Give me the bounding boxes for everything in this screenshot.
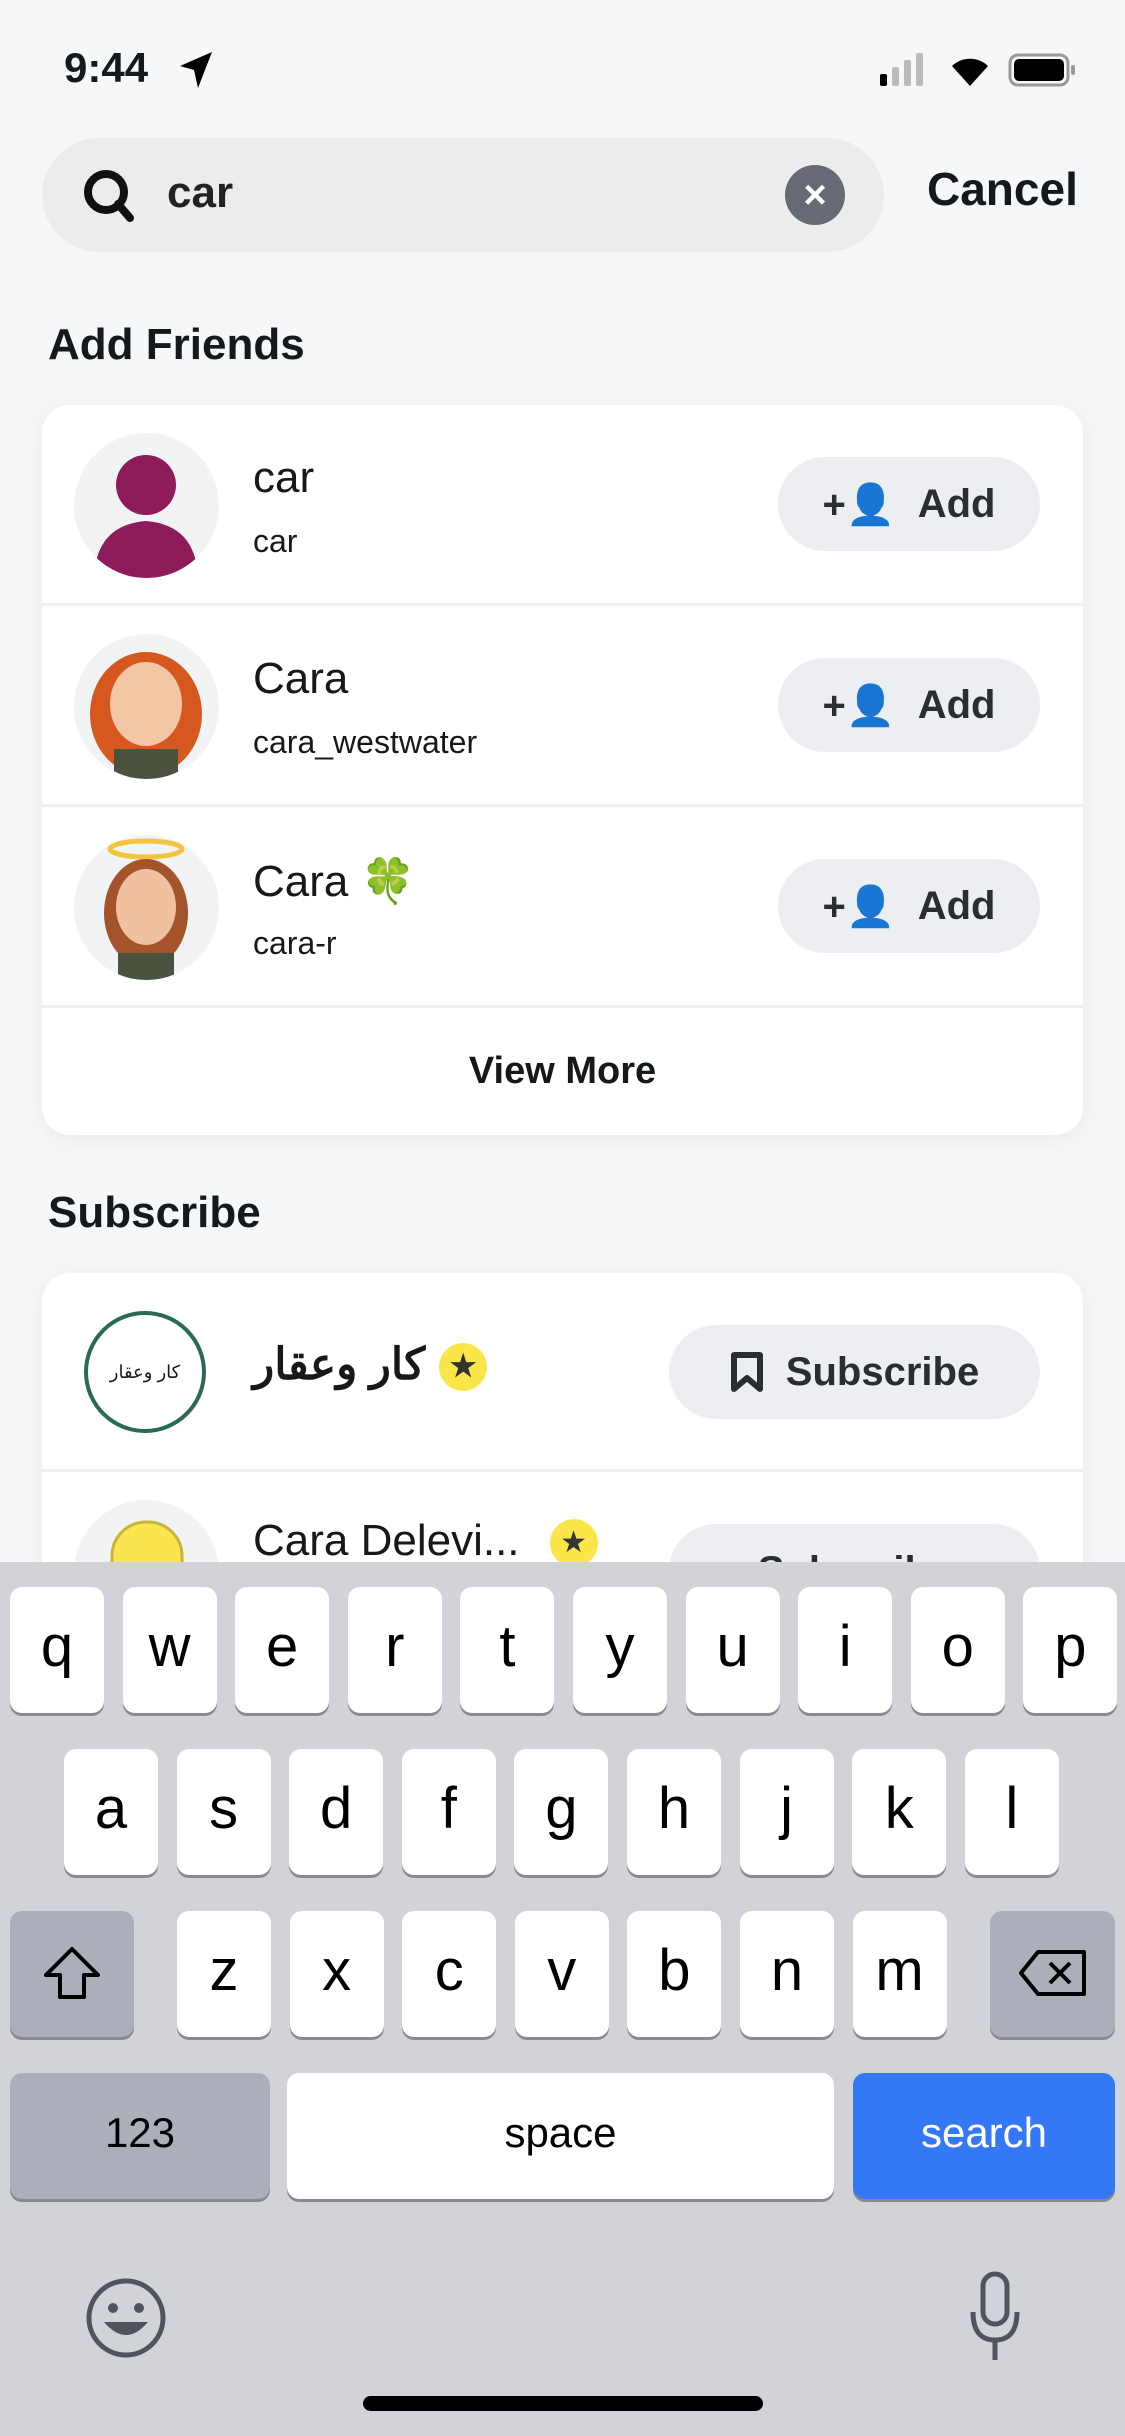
clear-search-icon[interactable]: × [785,165,845,225]
channel-logo: كار وعقار [84,1311,206,1433]
key-e[interactable]: e [235,1587,330,1713]
add-user-icon: +👤 [822,884,896,929]
key-d[interactable]: d [289,1749,384,1875]
search-icon [84,170,134,222]
channel-name: Cara Delevi... ★ [253,1516,598,1568]
key-c[interactable]: c [402,1911,497,2037]
add-friend-button[interactable]: +👤 Add [778,457,1040,551]
key-p[interactable]: p [1023,1587,1118,1713]
list-item[interactable]: Cara cara_westwater +👤 Add [42,606,1083,807]
friend-name: Cara [253,654,349,703]
key-k[interactable]: k [852,1749,947,1875]
section-title-subscribe: Subscribe [48,1188,261,1237]
microphone-icon[interactable] [965,2270,1025,2366]
add-friend-button[interactable]: +👤 Add [778,859,1040,953]
cancel-button[interactable]: Cancel [927,162,1078,216]
add-friend-button[interactable]: +👤 Add [778,658,1040,752]
search-key[interactable]: search [853,2073,1115,2199]
section-title-add-friends: Add Friends [48,320,305,369]
status-time: 9:44 [64,44,149,91]
key-w[interactable]: w [122,1587,217,1713]
key-q[interactable]: q [10,1587,104,1713]
emoji-icon[interactable] [84,2276,168,2360]
key-x[interactable]: x [289,1911,384,2037]
search-bar[interactable]: car × [42,138,884,252]
key-z[interactable]: z [177,1911,271,2037]
avatar [74,433,219,578]
numbers-key[interactable]: 123 [10,2073,270,2199]
star-badge-icon: ★ [439,1343,488,1392]
subscribe-button[interactable]: Subscribe [669,1325,1040,1419]
location-arrow-icon [180,52,212,88]
shift-icon [44,1947,100,1999]
view-more-button[interactable]: View More [42,1008,1083,1135]
key-l[interactable]: l [964,1749,1059,1875]
key-a[interactable]: a [64,1749,158,1875]
add-friends-card: car car +👤 Add Cara cara_westwater +👤 Add … [42,405,1083,1135]
key-g[interactable]: g [514,1749,609,1875]
backspace-key[interactable] [990,1911,1115,2037]
friend-username: cara-r [253,925,337,961]
home-indicator [363,2396,763,2411]
avatar [74,835,219,980]
list-item[interactable]: Cara 🍀 cara-r +👤 Add [42,807,1083,1008]
friend-name: Cara 🍀 [253,857,416,906]
backspace-icon [1018,1950,1086,1996]
friend-username: car [253,523,298,559]
space-key[interactable]: space [287,2073,834,2199]
key-v[interactable]: v [514,1911,609,2037]
key-j[interactable]: j [739,1749,834,1875]
subscribe-card: كار وعقار كار وعقار ★ Subscribe Cara Dele… [42,1273,1083,1593]
bookmark-icon [730,1352,763,1392]
key-n[interactable]: n [740,1911,834,2037]
friend-username: cara_westwater [253,724,478,760]
star-badge-icon: ★ [549,1519,598,1568]
key-i[interactable]: i [798,1587,893,1713]
list-item[interactable]: car car +👤 Add [42,405,1083,606]
key-m[interactable]: m [852,1911,947,2037]
key-b[interactable]: b [627,1911,722,2037]
add-user-icon: +👤 [822,683,896,728]
add-user-icon: +👤 [822,482,896,527]
key-u[interactable]: u [685,1587,780,1713]
search-input[interactable]: car [167,168,233,218]
status-icons [880,53,1075,87]
channel-name: كار وعقار ★ [253,1339,488,1392]
key-y[interactable]: y [573,1587,667,1713]
keyboard: qwertyuiop asdfghjkl zxcvbnm 123 space sea… [0,1562,1125,2436]
key-t[interactable]: t [460,1587,555,1713]
friend-name: car [253,453,315,502]
key-r[interactable]: r [347,1587,442,1713]
key-f[interactable]: f [401,1749,496,1875]
shift-key[interactable] [10,1911,134,2037]
key-h[interactable]: h [627,1749,721,1875]
key-s[interactable]: s [176,1749,271,1875]
avatar [74,634,219,779]
list-item[interactable]: كار وعقار كار وعقار ★ Subscribe [42,1273,1083,1472]
key-o[interactable]: o [910,1587,1005,1713]
